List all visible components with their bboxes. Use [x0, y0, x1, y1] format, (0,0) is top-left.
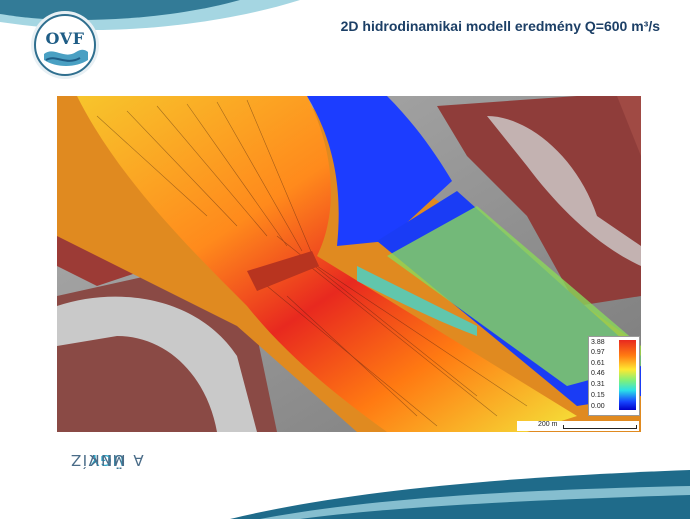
slogan-vertical: A MI VÍZ ÜGY ÜNK [6, 320, 143, 495]
legend-value: 0.61 [591, 360, 605, 367]
legend-value: 0.15 [591, 392, 605, 399]
legend-value: 0.97 [591, 349, 605, 356]
legend-value: 0.00 [591, 403, 605, 410]
scale-bar: 200 m [517, 421, 639, 431]
ovf-logo: OVF [34, 14, 96, 76]
legend: 3.88 0.97 0.61 0.46 0.31 0.15 0.00 [588, 336, 640, 416]
scale-label: 200 m [538, 421, 558, 428]
scale-line [563, 425, 637, 429]
hydrodynamic-model-map: 3.88 0.97 0.61 0.46 0.31 0.15 0.00 200 m [57, 96, 641, 432]
legend-color-bar [619, 340, 636, 410]
legend-value: 3.88 [591, 339, 605, 346]
legend-value: 0.31 [591, 381, 605, 388]
page-title: 2D hidrodinamikai modell eredmény Q=600 … [340, 18, 660, 34]
logo-text: OVF [45, 29, 85, 48]
map-graphic [57, 96, 641, 432]
legend-value: 0.46 [591, 370, 605, 377]
slogan-part2: ÜNK [88, 451, 125, 469]
